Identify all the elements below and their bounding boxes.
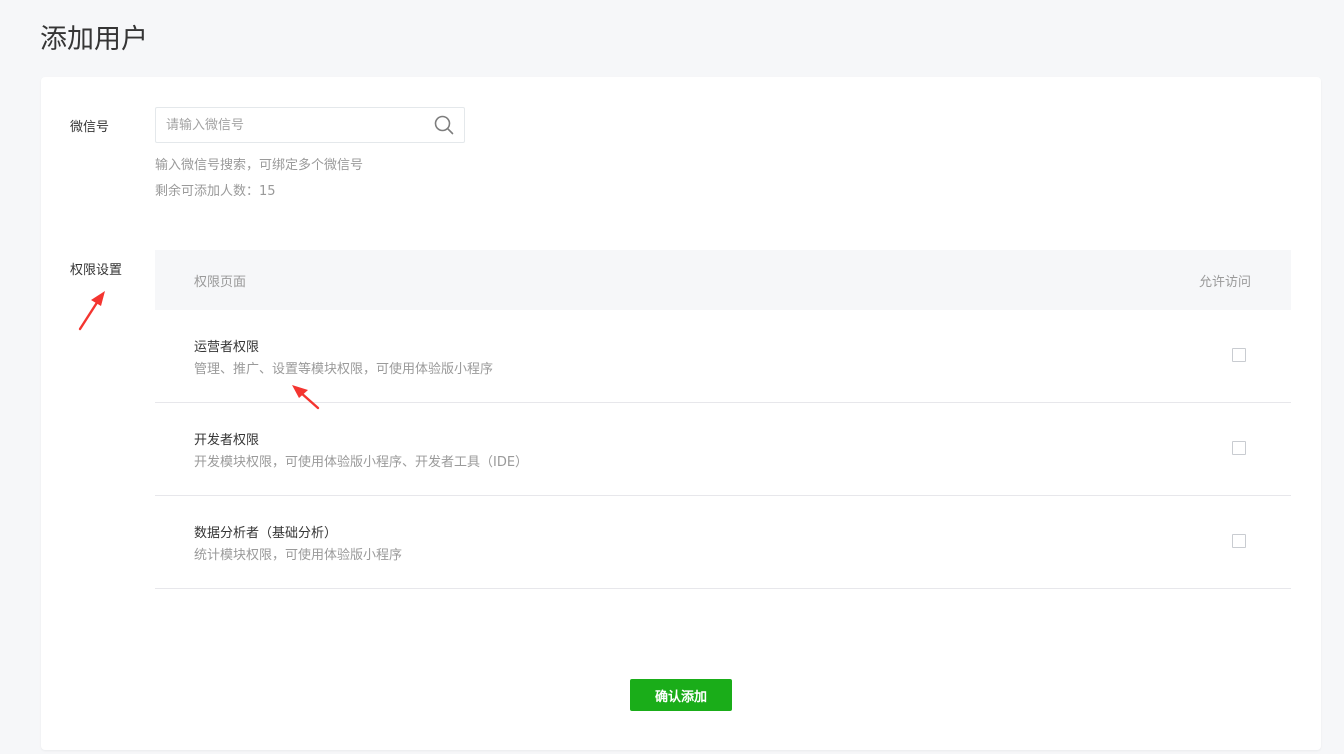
search-hint-text: 输入微信号搜索，可绑定多个微信号: [155, 158, 364, 173]
column-header-page: 权限页面: [194, 275, 247, 290]
permission-row-operator: 运营者权限 管理、推广、设置等模块权限，可使用体验版小程序: [155, 310, 1291, 403]
allow-access-checkbox-developer[interactable]: [1232, 441, 1246, 455]
column-header-access: 允许访问: [1198, 275, 1251, 290]
wechat-search-input[interactable]: [156, 108, 436, 142]
page-title: 添加用户: [40, 24, 148, 55]
confirm-add-button[interactable]: 确认添加: [630, 679, 732, 711]
permission-title: 运营者权限: [194, 340, 260, 355]
add-user-card: 微信号 输入微信号搜索，可绑定多个微信号 剩余可添加人数：15 权限设置 权限页…: [41, 77, 1321, 750]
permission-row-developer: 开发者权限 开发模块权限，可使用体验版小程序、开发者工具（IDE）: [155, 403, 1291, 496]
wechat-id-label: 微信号: [70, 120, 110, 135]
red-arrow-icon: [292, 385, 320, 410]
red-arrow-icon: [78, 291, 105, 331]
remaining-count-text: 剩余可添加人数：15: [155, 184, 276, 199]
permission-table: 权限页面 允许访问 运营者权限 管理、推广、设置等模块权限，可使用体验版小程序 …: [155, 250, 1291, 589]
permission-description: 开发模块权限，可使用体验版小程序、开发者工具（IDE）: [194, 455, 529, 470]
search-icon[interactable]: [434, 115, 454, 135]
permission-description: 统计模块权限，可使用体验版小程序: [194, 548, 403, 563]
permission-title: 数据分析者（基础分析）: [194, 526, 338, 541]
permission-row-data-analyst: 数据分析者（基础分析） 统计模块权限，可使用体验版小程序: [155, 496, 1291, 589]
table-header: 权限页面 允许访问: [155, 250, 1291, 310]
allow-access-checkbox-data-analyst[interactable]: [1232, 534, 1246, 548]
allow-access-checkbox-operator[interactable]: [1232, 348, 1246, 362]
permission-title: 开发者权限: [194, 433, 260, 448]
permission-settings-label: 权限设置: [70, 263, 123, 278]
wechat-search-box[interactable]: [155, 107, 465, 143]
permission-description: 管理、推广、设置等模块权限，可使用体验版小程序: [194, 362, 494, 377]
